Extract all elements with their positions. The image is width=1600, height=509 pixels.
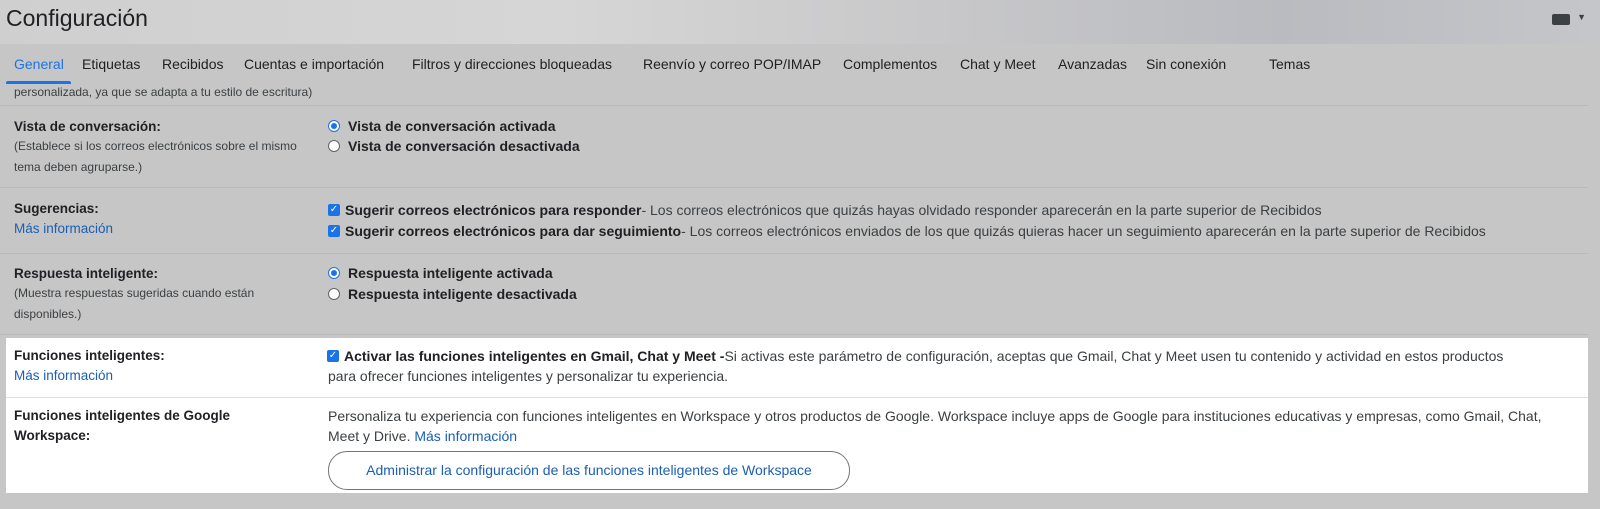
smart-reply-on-label: Respuesta inteligente activada [348,265,553,281]
keyboard-icon[interactable] [1552,14,1570,25]
smart-reply-desc-line1: (Muestra respuestas sugeridas cuando est… [14,286,255,300]
page-title: Configuración [6,5,148,31]
radio-selected-icon[interactable] [328,267,340,279]
conversation-off-label: Vista de conversación desactivada [348,138,580,154]
radio-icon[interactable] [328,140,340,152]
divider [0,187,1588,188]
smart-features-more-info-link[interactable]: Más información [14,368,113,383]
truncated-description: personalizada, ya que se adapta a tu est… [14,85,313,99]
tab-cuentas[interactable]: Cuentas e importación [244,56,384,72]
checkbox-checked-icon[interactable]: ✓ [328,204,340,216]
tab-etiquetas[interactable]: Etiquetas [82,56,140,72]
smart-reply-off-label: Respuesta inteligente desactivada [348,286,577,302]
smart-features-check-label: Activar las funciones inteligentes en Gm… [344,348,725,364]
workspace-more-info-link[interactable]: Más información [414,428,517,444]
tab-recibidos[interactable]: Recibidos [162,56,223,72]
conversation-view-on-option[interactable]: Vista de conversación activada [328,118,556,134]
tab-general[interactable]: General [14,56,64,72]
suggest-followup-description: - Los correos electrónicos enviados de l… [681,223,1486,239]
divider [0,334,1588,335]
smart-features-panel: Funciones inteligentes: Más información … [6,338,1588,493]
checkbox-checked-icon[interactable]: ✓ [328,225,340,237]
workspace-desc-line2: Meet y Drive. [328,428,411,444]
workspace-description: Personaliza tu experiencia con funciones… [328,406,1568,446]
smart-reply-off-option[interactable]: Respuesta inteligente desactivada [328,286,577,302]
divider [0,253,1588,254]
chevron-down-icon[interactable]: ▼ [1577,12,1586,22]
workspace-label: Funciones inteligentes de Google Workspa… [14,406,230,446]
tab-complementos[interactable]: Complementos [843,56,937,72]
tab-chat-meet[interactable]: Chat y Meet [960,56,1035,72]
suggest-reply-description: - Los correos electrónicos que quizás ha… [641,202,1322,218]
tab-reenvio[interactable]: Reenvío y correo POP/IMAP [643,56,821,72]
smart-features-desc-line1: Si activas este parámetro de configuraci… [724,348,1504,364]
smart-features-label: Funciones inteligentes: [14,348,165,363]
tab-filtros[interactable]: Filtros y direcciones bloqueadas [412,56,612,72]
radio-selected-icon[interactable] [328,120,340,132]
header-bar: Configuración ▼ [0,0,1600,44]
smart-reply-description: (Muestra respuestas sugeridas cuando est… [14,283,314,325]
workspace-label-line1: Funciones inteligentes de Google [14,408,231,423]
workspace-desc-line1: Personaliza tu experiencia con funciones… [328,408,1542,424]
conversation-view-label: Vista de conversación: [14,119,161,134]
checkbox-checked-icon[interactable]: ✓ [327,350,339,362]
suggest-reply-option[interactable]: ✓ Sugerir correos electrónicos para resp… [328,202,1322,218]
tab-temas[interactable]: Temas [1269,56,1310,72]
conversation-view-off-option[interactable]: Vista de conversación desactivada [328,138,580,154]
smart-features-desc-line2: para ofrecer funciones inteligentes y pe… [328,368,729,384]
suggestions-more-info-link[interactable]: Más información [14,221,113,236]
conversation-desc-line1: (Establece si los correos electrónicos s… [14,139,297,153]
conversation-view-description: (Establece si los correos electrónicos s… [14,136,314,178]
tab-avanzadas[interactable]: Avanzadas [1058,56,1127,72]
smart-reply-on-option[interactable]: Respuesta inteligente activada [328,265,553,281]
smart-features-option[interactable]: ✓ Activar las funciones inteligentes en … [327,346,1568,386]
suggest-followup-label: Sugerir correos electrónicos para dar se… [345,223,682,239]
smart-reply-desc-line2: disponibles.) [14,307,82,321]
conversation-on-label: Vista de conversación activada [348,118,556,134]
suggest-reply-label: Sugerir correos electrónicos para respon… [345,202,642,218]
divider [6,397,1588,398]
tab-sin-conexion[interactable]: Sin conexión [1146,56,1226,72]
smart-reply-label: Respuesta inteligente: [14,266,159,281]
conversation-desc-line2: tema deben agruparse.) [14,160,143,174]
workspace-label-line2: Workspace: [14,428,91,443]
manage-workspace-smart-features-button[interactable]: Administrar la configuración de las func… [328,451,850,490]
radio-icon[interactable] [328,288,340,300]
suggest-followup-option[interactable]: ✓ Sugerir correos electrónicos para dar … [328,223,1486,239]
divider [0,105,1588,106]
settings-tabs: General Etiquetas Recibidos Cuentas e im… [0,44,1600,85]
suggestions-label: Sugerencias: [14,201,99,216]
